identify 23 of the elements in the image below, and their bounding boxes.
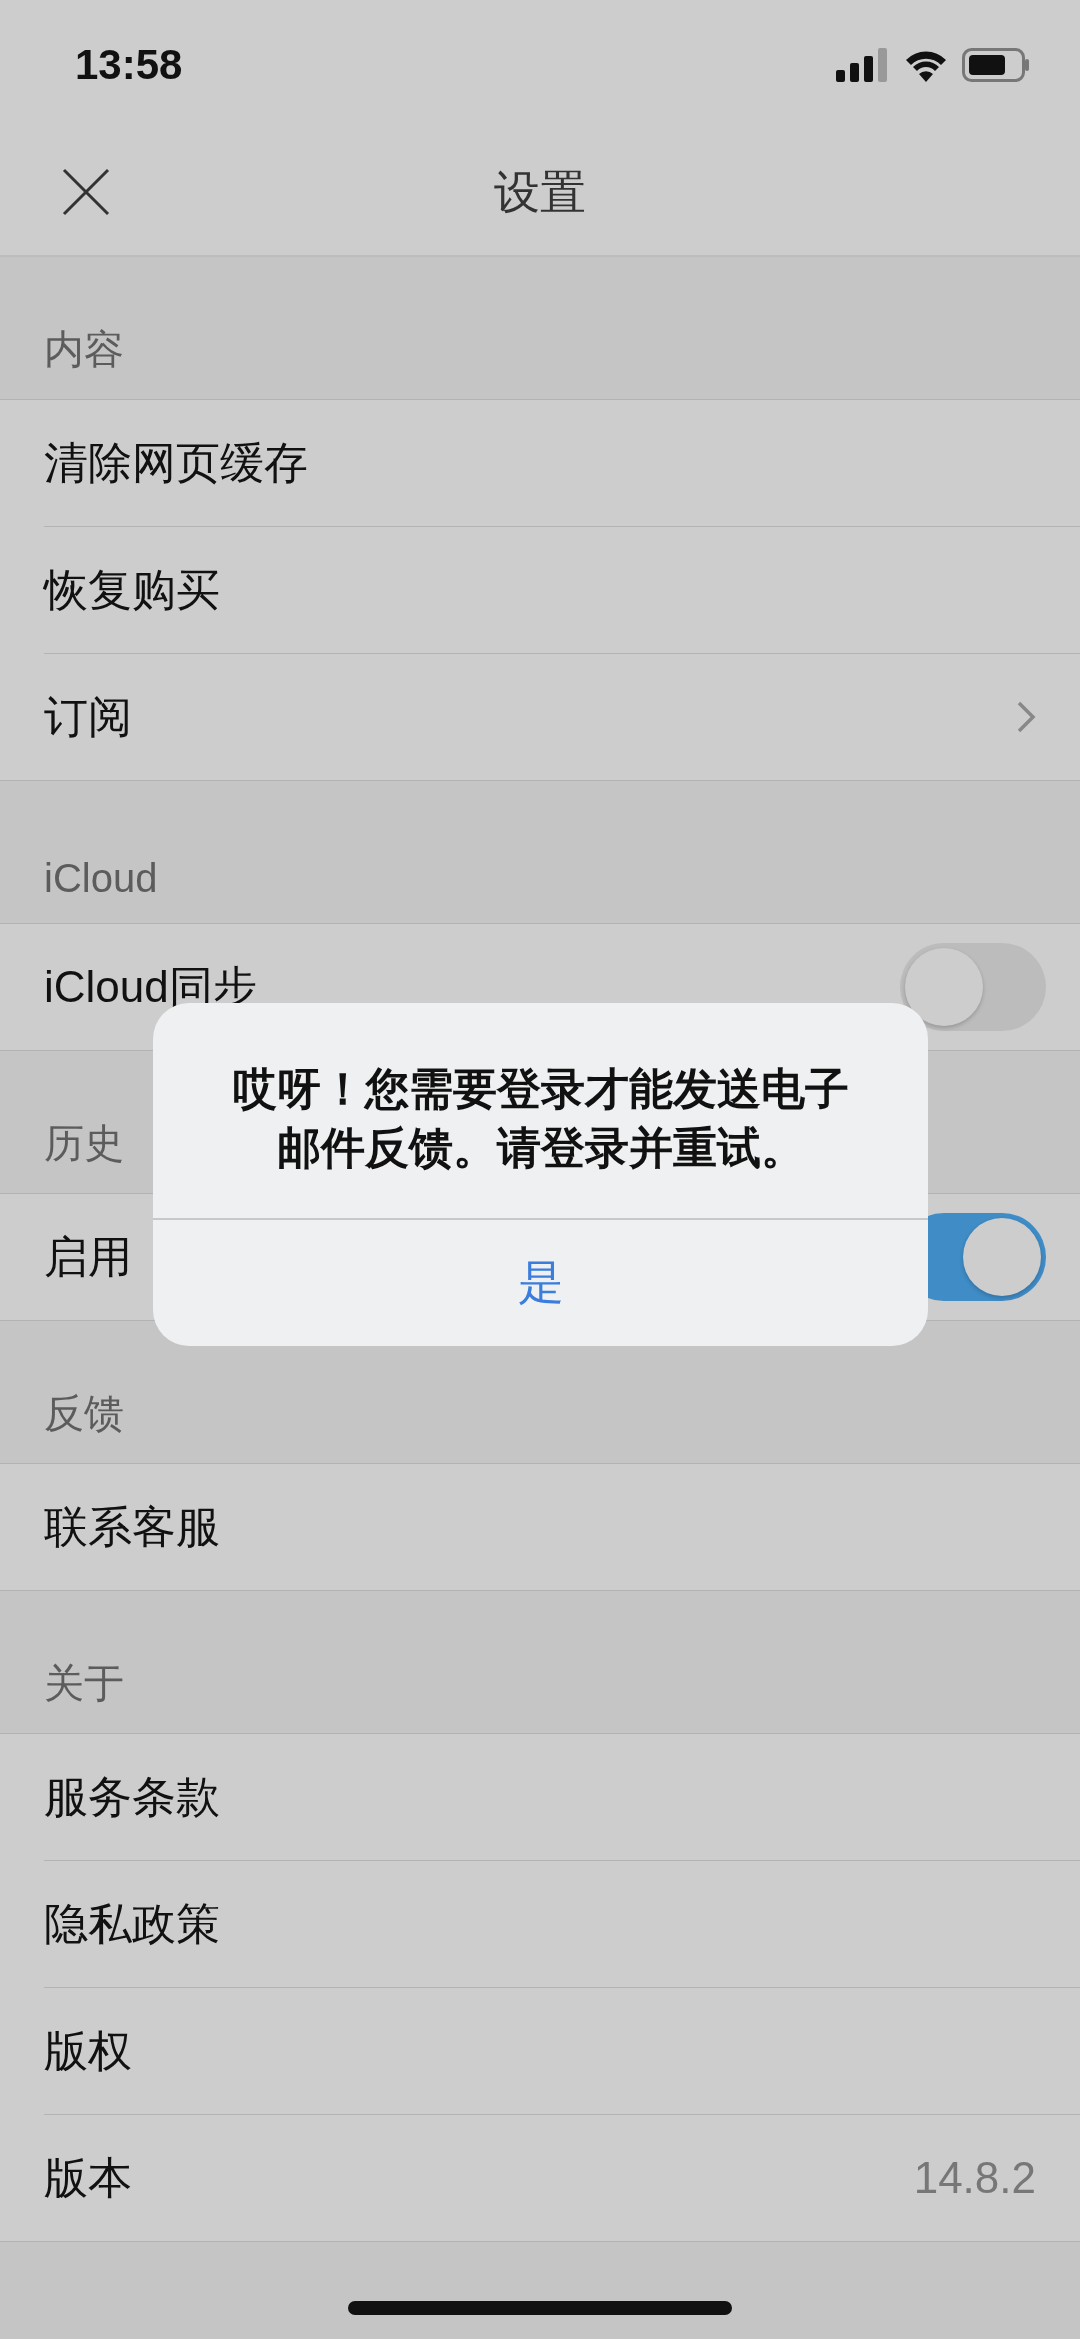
version-value: 14.8.2: [913, 2153, 1036, 2203]
row-label[interactable]: 订阅: [44, 687, 132, 747]
row-label[interactable]: 清除网页缓存: [44, 433, 308, 493]
signal-icon: [836, 48, 890, 82]
alert-button[interactable]: 是: [153, 1217, 928, 1346]
section-header: iCloud: [44, 856, 158, 901]
chevron-icon: [1016, 700, 1036, 734]
status-time: 13:58: [75, 41, 183, 89]
section-header: 内容: [44, 326, 124, 373]
row-label[interactable]: 版权: [44, 2021, 132, 2081]
alert-message: 哎呀！您需要登录才能发送电子邮件反馈。请登录并重试。: [231, 1063, 850, 1175]
row-label[interactable]: 启用: [44, 1227, 132, 1287]
section-header: 反馈: [44, 1390, 124, 1437]
section-header: 关于: [44, 1660, 124, 1707]
row-label[interactable]: 隐私政策: [44, 1894, 220, 1954]
section-header: 历史: [44, 1120, 124, 1167]
close-icon[interactable]: [62, 168, 110, 216]
row-label[interactable]: 版本: [44, 2148, 132, 2208]
battery-icon: [962, 48, 1030, 82]
nav-title: 设置: [494, 164, 586, 220]
row-label[interactable]: 恢复购买: [44, 560, 220, 620]
row-label[interactable]: 联系客服: [44, 1497, 220, 1557]
row-label[interactable]: 服务条款: [44, 1767, 220, 1827]
